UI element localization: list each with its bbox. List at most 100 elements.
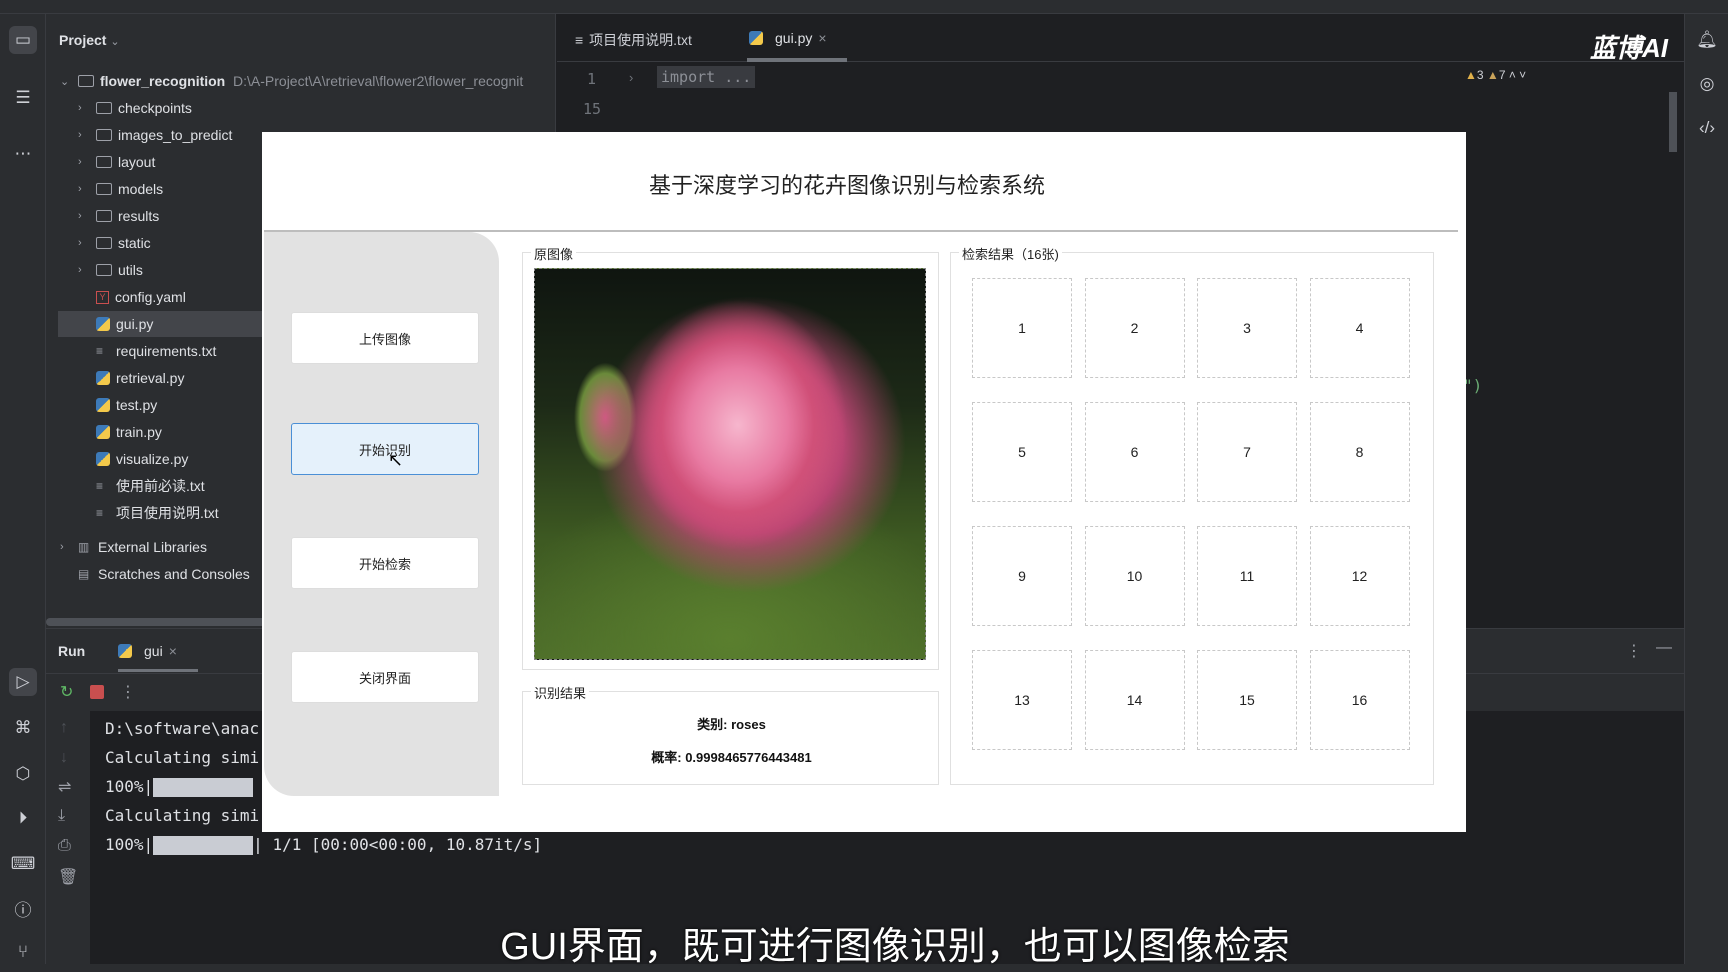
retrieval-result-cell: 13 <box>972 650 1072 750</box>
retrieval-result-cell: 5 <box>972 402 1072 502</box>
tree-item[interactable]: › results <box>78 203 159 229</box>
tree-item[interactable]: › checkpoints <box>78 95 192 121</box>
chevron-down-icon: ⌄ <box>60 75 70 88</box>
tree-item[interactable]: › utils <box>78 257 143 283</box>
editor-tabs: ≡ 项目使用说明.txt gui.py × <box>557 14 1684 62</box>
tab-gui-py[interactable]: gui.py × <box>749 30 827 46</box>
button-panel: 上传图像 开始识别 开始检索 关闭界面 ↖ <box>264 232 499 796</box>
tab-readme[interactable]: ≡ 项目使用说明.txt <box>575 30 692 50</box>
python-packages-icon[interactable]: ⬡ <box>9 760 37 788</box>
warning-count: 3 <box>1476 68 1484 82</box>
tree-item[interactable]: train.py <box>96 419 162 445</box>
more-icon[interactable]: ⋮ <box>120 682 136 702</box>
python-console-icon[interactable]: ⌘ <box>9 714 37 742</box>
more-icon[interactable]: ⋯ <box>9 140 37 168</box>
dialog-title: 基于深度学习的花卉图像识别与检索系统 <box>648 173 1045 198</box>
run-icon[interactable]: ▷ <box>9 668 37 696</box>
terminal-icon[interactable]: ⌨ <box>9 850 37 878</box>
scroll-to-end-icon[interactable]: ⤓ <box>58 807 65 825</box>
tree-label: retrieval.py <box>116 370 185 386</box>
services-icon[interactable]: ⏵ <box>9 804 37 832</box>
python-file-icon <box>96 425 110 439</box>
video-subtitle: GUI界面，既可进行图像识别，也可以图像检索 <box>500 926 1290 968</box>
tree-item[interactable]: Yconfig.yaml <box>96 284 186 310</box>
tree-label: static <box>118 235 151 251</box>
tree-label: External Libraries <box>98 539 207 555</box>
weak-warning-icon: ▲ <box>1486 68 1499 82</box>
chevron-right-icon: › <box>78 129 82 141</box>
close-icon[interactable]: × <box>818 30 826 46</box>
tree-label: layout <box>118 154 156 170</box>
tree-item[interactable]: › images_to_predict <box>78 122 232 148</box>
code-icon[interactable]: ‹/› <box>1693 114 1721 142</box>
tree-item[interactable]: › models <box>78 176 163 202</box>
start-recognition-button[interactable]: 开始识别 <box>291 423 479 475</box>
python-file-icon <box>749 31 763 45</box>
rerun-icon[interactable]: ↻ <box>60 682 73 702</box>
chevron-right-icon: › <box>78 210 82 222</box>
tree-item[interactable]: › layout <box>78 149 155 175</box>
down-arrow-icon[interactable]: ↓ <box>60 749 68 767</box>
tree-item[interactable]: › static <box>78 230 151 256</box>
weak-warning-count: 7 <box>1498 68 1506 82</box>
root-path: D:\A-Project\A\retrieval\flower2\flower_… <box>233 73 524 89</box>
retrieval-result-cell: 10 <box>1084 526 1185 626</box>
options-icon[interactable]: ⋮ <box>1626 641 1642 661</box>
stop-icon[interactable] <box>90 685 104 699</box>
tree-label: 使用前必读.txt <box>116 478 205 494</box>
tree-item[interactable]: retrieval.py <box>96 365 184 391</box>
trash-icon[interactable]: 🗑︎ <box>58 867 78 887</box>
python-icon <box>118 644 132 658</box>
tree-scratches[interactable]: ▤ Scratches and Consoles <box>78 561 250 587</box>
left-tool-strip: ▭ ☰ ⋯ ▷ ⌘ ⬡ ⏵ ⌨ ⓘ ⑂ <box>0 14 46 964</box>
project-title: Project <box>59 32 107 48</box>
folded-imports[interactable]: import ... <box>657 66 756 88</box>
text-file-icon: ≡ <box>96 506 104 520</box>
start-retrieval-button[interactable]: 开始检索 <box>291 537 479 589</box>
chevron-down-icon: ⌄ <box>110 36 120 48</box>
chevron-right-icon: › <box>78 264 82 276</box>
vertical-scrollbar[interactable] <box>1669 92 1677 152</box>
run-tab-label: gui <box>144 643 163 659</box>
fold-chevron-icon[interactable]: › <box>629 70 633 85</box>
tree-label: models <box>118 181 164 197</box>
active-tab-indicator <box>118 669 198 672</box>
tab-label: gui.py <box>775 30 813 46</box>
tree-external-libraries[interactable]: › ▥ External Libraries <box>60 534 207 560</box>
retrieval-result-cell: 7 <box>1197 402 1297 502</box>
yaml-file-icon: Y <box>96 290 109 304</box>
minimize-icon[interactable]: — <box>1656 639 1672 657</box>
project-header[interactable]: Project ⌄ <box>59 32 120 48</box>
chevron-right-icon: › <box>78 156 82 168</box>
structure-icon[interactable]: ☰ <box>9 84 37 112</box>
inspection-widget[interactable]: ▲3 ▲7 ˄ ˅ <box>1465 68 1526 82</box>
up-arrow-icon[interactable]: ↑ <box>60 719 68 737</box>
close-window-button[interactable]: 关闭界面 <box>291 651 479 703</box>
print-icon[interactable]: ⎙ <box>58 837 71 855</box>
tree-item[interactable]: ≡ requirements.txt <box>96 338 216 364</box>
soft-wrap-icon[interactable]: ⇌ <box>58 777 71 797</box>
tree-label: Scratches and Consoles <box>98 566 250 582</box>
upload-image-button[interactable]: 上传图像 <box>291 312 479 364</box>
retrieval-result-cell: 6 <box>1084 402 1185 502</box>
run-tab-gui[interactable]: gui × <box>118 643 177 659</box>
library-icon: ▥ <box>78 540 90 554</box>
ai-assistant-icon[interactable]: ◎ <box>1693 70 1721 98</box>
folder-icon <box>96 129 112 141</box>
tree-item[interactable]: visualize.py <box>96 446 188 472</box>
tree-label: 项目使用说明.txt <box>116 505 219 521</box>
progress-bar <box>153 836 254 855</box>
console-line: 100%| <box>105 777 254 797</box>
notifications-icon[interactable]: 🔔︎ <box>1693 26 1721 54</box>
retrieval-result-cell: 3 <box>1197 278 1297 378</box>
tree-item[interactable]: ≡ 项目使用说明.txt <box>96 500 219 526</box>
tree-root[interactable]: ⌄ flower_recognition D:\A-Project\A\retr… <box>60 68 523 94</box>
tree-item[interactable]: test.py <box>96 392 157 418</box>
python-file-icon <box>96 452 110 466</box>
tree-label: utils <box>118 262 143 278</box>
python-file-icon <box>96 398 110 412</box>
tree-item[interactable]: ≡ 使用前必读.txt <box>96 473 205 499</box>
console-line: Calculating simi <box>105 748 260 767</box>
folder-icon[interactable]: ▭ <box>9 26 37 54</box>
close-icon[interactable]: × <box>169 643 177 659</box>
